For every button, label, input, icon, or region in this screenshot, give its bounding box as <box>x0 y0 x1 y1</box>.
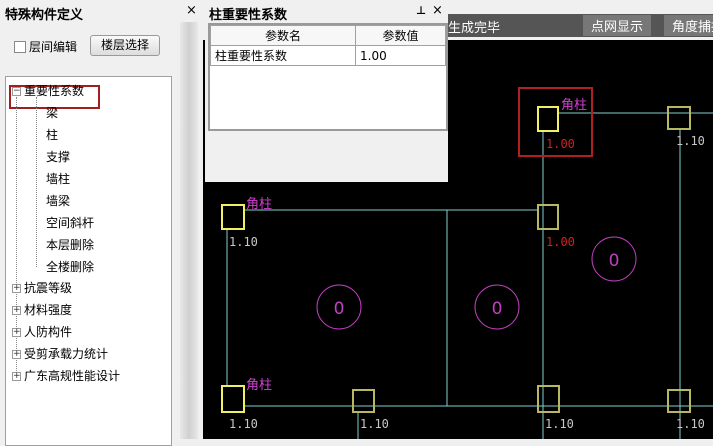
table-row: 柱重要性系数 1.00 <box>210 45 446 66</box>
circle-label: 0 <box>492 299 503 319</box>
corner-column-label: 角柱 <box>561 98 587 113</box>
corner-column-label: 角柱 <box>246 197 272 212</box>
param-table: 参数名 参数值 柱重要性系数 1.00 <box>208 23 448 131</box>
property-panel: 柱重要性系数 ⊥ × 参数名 参数值 柱重要性系数 1.00 <box>205 0 448 182</box>
column-value: 1.10 <box>229 235 258 249</box>
column-value: 1.00 <box>546 137 575 151</box>
corner-column-label: 角柱 <box>246 378 272 393</box>
circle-label: 0 <box>609 251 620 271</box>
column-value: 1.10 <box>229 417 258 431</box>
pin-icon[interactable]: ⊥ <box>416 4 426 17</box>
column-value: 1.10 <box>545 417 574 431</box>
column-value: 1.10 <box>676 134 705 148</box>
column-value: 1.10 <box>676 417 705 431</box>
param-value[interactable]: 1.00 <box>355 45 446 66</box>
column-value: 1.10 <box>360 417 389 431</box>
col-header-value: 参数值 <box>355 25 446 46</box>
close-icon[interactable]: × <box>432 3 443 18</box>
param-name: 柱重要性系数 <box>210 45 356 66</box>
circle-label: 0 <box>334 299 345 319</box>
col-header-name: 参数名 <box>210 25 356 46</box>
column-value: 1.00 <box>546 235 575 249</box>
panel-title: 柱重要性系数 <box>209 8 288 23</box>
